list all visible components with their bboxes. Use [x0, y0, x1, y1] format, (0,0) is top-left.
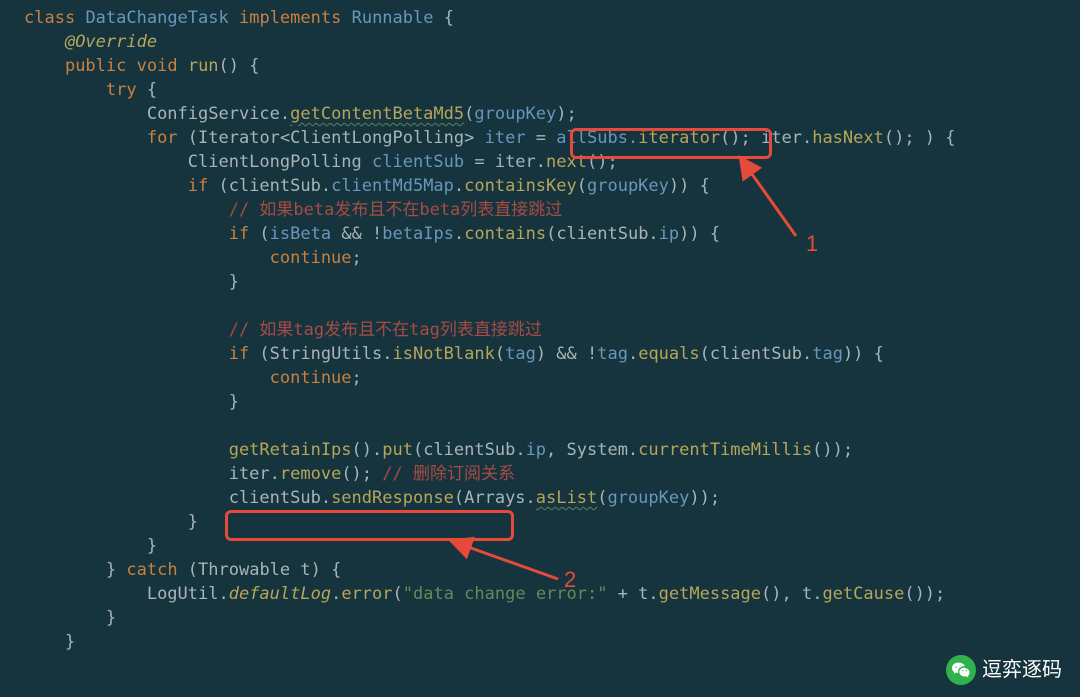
wechat-icon [946, 655, 976, 685]
code-block: class DataChangeTask implements Runnable… [0, 0, 1080, 654]
watermark: 逗弈逐码 [946, 655, 1062, 685]
comment-remove-sub: // 删除订阅关系 [382, 464, 515, 484]
annotation-label-1: 1 [806, 232, 818, 256]
annotation-override: @Override [65, 32, 157, 52]
kw-class: class [24, 8, 75, 28]
annotation-label-2: 2 [564, 568, 576, 592]
comment-tag-skip: // 如果tag发布且不在tag列表直接跳过 [229, 320, 542, 340]
comment-beta-skip: // 如果beta发布且不在beta列表直接跳过 [229, 200, 563, 220]
watermark-text: 逗弈逐码 [982, 658, 1062, 682]
